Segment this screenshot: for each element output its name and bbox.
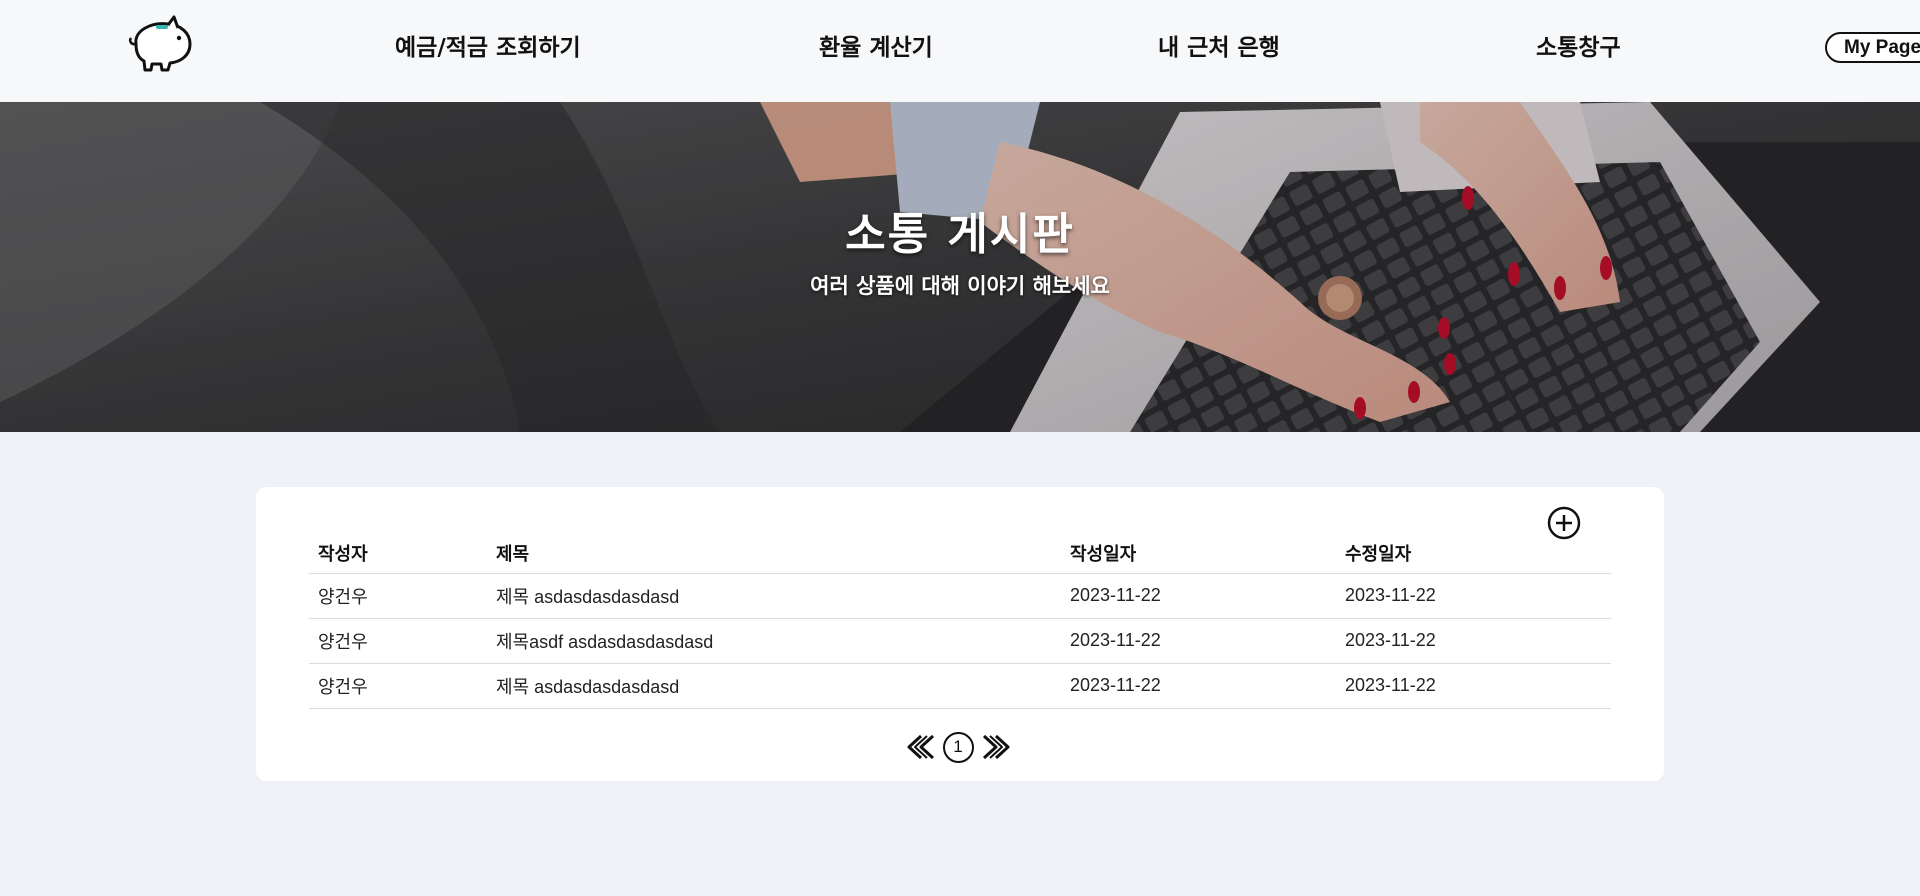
nav-link-nearby-bank[interactable]: 내 근처 은행	[1158, 33, 1280, 63]
column-header-title: 제목	[487, 533, 1061, 574]
cell-title[interactable]: 제목 asdasdasdasdasd	[487, 663, 1061, 709]
column-header-created: 작성일자	[1061, 533, 1336, 574]
cell-created: 2023-11-22	[1061, 663, 1336, 709]
top-nav: 예금/적금 조회하기 환율 계산기 내 근처 은행 소통창구 My Page	[0, 0, 1920, 102]
cell-updated: 2023-11-22	[1336, 618, 1611, 664]
piggy-bank-icon[interactable]	[126, 14, 198, 74]
pagination: 1	[254, 730, 1662, 764]
hero-banner: 소통 게시판 여러 상품에 대해 이야기 해보세요	[0, 102, 1920, 432]
board-table: 작성자 제목 작성일자 수정일자 양건우 제목 asdasdasdasdasd …	[309, 533, 1611, 709]
table-row[interactable]: 양건우 제목 asdasdasdasdasd 2023-11-22 2023-1…	[309, 573, 1611, 619]
page-number-button[interactable]: 1	[942, 731, 974, 763]
column-header-updated: 수정일자	[1336, 533, 1611, 574]
cell-author: 양건우	[309, 618, 487, 664]
nav-link-exchange[interactable]: 환율 계산기	[819, 33, 933, 63]
double-chevron-left-icon[interactable]	[901, 732, 939, 762]
hero-subtitle: 여러 상품에 대해 이야기 해보세요	[810, 274, 1110, 298]
cell-updated: 2023-11-22	[1336, 663, 1611, 709]
board-card: 작성자 제목 작성일자 수정일자 양건우 제목 asdasdasdasdasd …	[256, 487, 1664, 781]
hero-title: 소통 게시판	[845, 209, 1075, 260]
double-chevron-right-icon[interactable]	[978, 732, 1016, 762]
table-row[interactable]: 양건우 제목 asdasdasdasdasd 2023-11-22 2023-1…	[309, 663, 1611, 709]
cell-created: 2023-11-22	[1061, 573, 1336, 619]
table-header-row: 작성자 제목 작성일자 수정일자	[309, 533, 1611, 574]
hero-background-image	[0, 102, 1920, 432]
mypage-button[interactable]: My Page	[1825, 32, 1920, 63]
cell-title[interactable]: 제목 asdasdasdasdasd	[487, 573, 1061, 619]
nav-link-deposit[interactable]: 예금/적금 조회하기	[395, 33, 581, 63]
column-header-author: 작성자	[309, 533, 487, 574]
cell-author: 양건우	[309, 573, 487, 619]
table-row[interactable]: 양건우 제목asdf asdasdasdasdasd 2023-11-22 20…	[309, 618, 1611, 664]
nav-link-community[interactable]: 소통창구	[1536, 33, 1621, 63]
cell-title[interactable]: 제목asdf asdasdasdasdasd	[487, 618, 1061, 664]
cell-updated: 2023-11-22	[1336, 573, 1611, 619]
cell-created: 2023-11-22	[1061, 618, 1336, 664]
cell-author: 양건우	[309, 663, 487, 709]
